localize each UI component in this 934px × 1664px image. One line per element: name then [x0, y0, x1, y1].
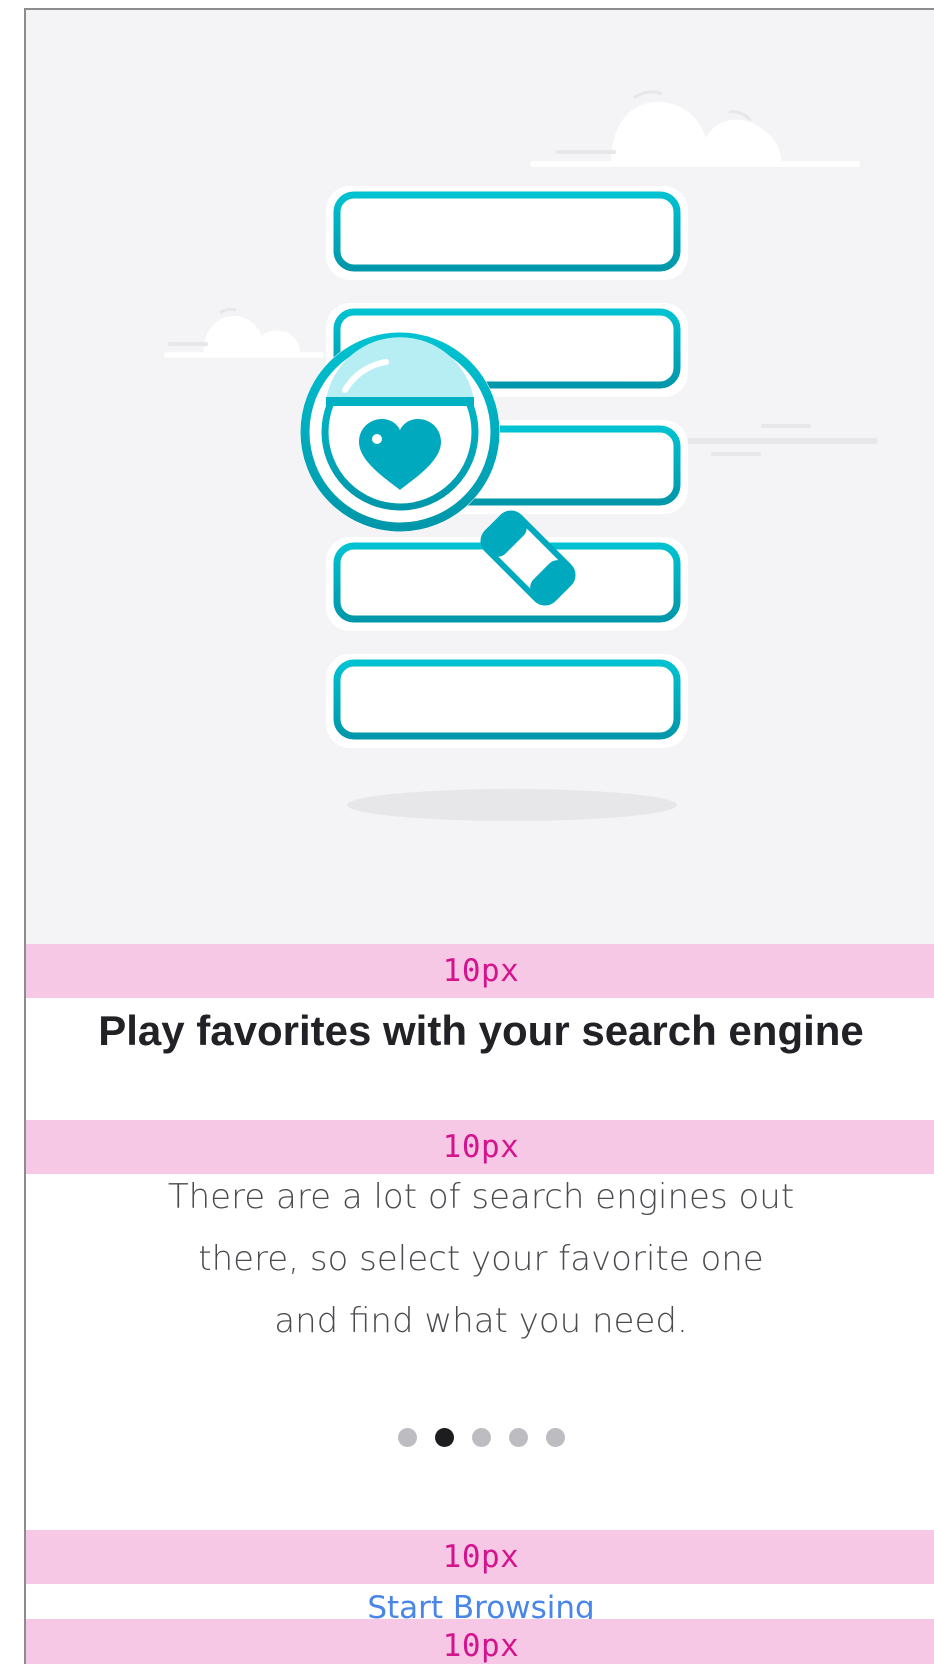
onboarding-screen: 10px Play favorites with your search eng… [24, 8, 934, 1664]
page-dot-3[interactable] [471, 1428, 491, 1447]
page-dot-5[interactable] [545, 1428, 565, 1447]
page-dot-4[interactable] [508, 1428, 528, 1447]
page-dot-1[interactable] [397, 1428, 417, 1447]
page-dot-2-active[interactable] [434, 1428, 454, 1447]
page-indicator [26, 1428, 934, 1447]
hero-illustration [26, 10, 934, 944]
spacing-indicator-above-button: 10px [26, 1530, 934, 1584]
decoration-lines [678, 424, 878, 456]
page-description: There are a lot of search engines out th… [167, 1177, 795, 1341]
cloud-icon [164, 307, 324, 358]
spacing-indicator-above-title: 10px [26, 944, 934, 998]
page-title: Play favorites with your search engine [98, 1007, 864, 1054]
spacing-indicator-below-button: 10px [26, 1619, 934, 1664]
search-engine-list-illustration [164, 90, 878, 821]
cloud-icon [530, 90, 860, 167]
illustration-shadow [347, 789, 677, 821]
